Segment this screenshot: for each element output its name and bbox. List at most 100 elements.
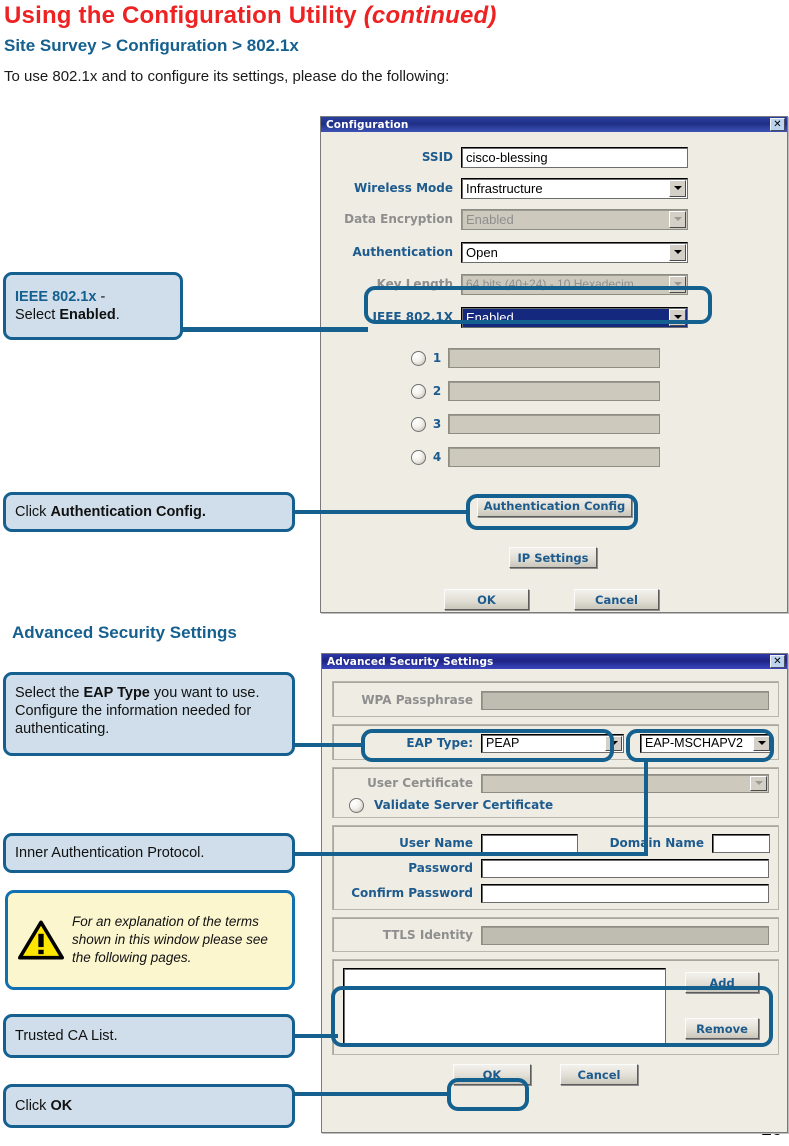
callout-ok-pre: Click [15, 1097, 51, 1114]
key-length-select: 64 bits (40+24) - 10 Hexadecim [461, 273, 688, 295]
cancel-button[interactable]: Cancel [560, 1064, 638, 1085]
wpa-passphrase-input [481, 690, 769, 710]
validate-server-certificate-radio[interactable] [349, 797, 364, 813]
callout-auth-bold: Authentication Config. [50, 503, 206, 520]
close-icon[interactable]: ✕ [770, 118, 785, 131]
connector-line-inner-auth [290, 852, 648, 856]
close-icon[interactable]: ✕ [770, 655, 785, 668]
trusted-ca-list[interactable] [343, 968, 666, 1047]
password-row: Password [333, 858, 769, 878]
wep-key-radio[interactable] [411, 416, 426, 432]
cancel-button[interactable]: Cancel [574, 589, 659, 610]
wep-key-row: 1 [411, 347, 660, 369]
wep-key-row: 3 [411, 413, 660, 435]
eap-type-select[interactable]: PEAP [481, 733, 624, 753]
callout-inner-auth: Inner Authentication Protocol. [3, 833, 295, 873]
wep-key-row: 4 [411, 446, 660, 468]
page-title-continued: (continued) [363, 2, 497, 29]
chevron-down-icon [669, 210, 686, 228]
authentication-select[interactable]: Open [461, 241, 688, 263]
ieee-8021x-select[interactable]: Enabled [461, 306, 688, 328]
wireless-mode-label: Wireless Mode [353, 181, 453, 195]
wep-key-input[interactable] [448, 447, 660, 467]
callout-trusted-ca-text: Trusted CA List. [15, 1027, 118, 1044]
authentication-value: Open [466, 244, 498, 260]
connector-line-auth-config [290, 510, 470, 514]
user-name-input[interactable] [481, 833, 578, 853]
ieee-8021x-row: IEEE 802.1X Enabled [329, 306, 688, 328]
chevron-down-icon[interactable] [669, 243, 686, 261]
advanced-body: WPA Passphrase EAP Type: PEAP EAP-MSCHAP… [322, 669, 787, 1132]
wep-key-number: 1 [432, 351, 442, 365]
confirm-password-input[interactable] [481, 883, 769, 903]
warning-triangle-icon [18, 920, 64, 960]
connector-line-trusted-ca [290, 1034, 338, 1038]
key-length-value: 64 bits (40+24) - 10 Hexadecim [466, 277, 634, 291]
callout-click-ok: Click OK [3, 1084, 295, 1128]
key-length-row: Key Length 64 bits (40+24) - 10 Hexadeci… [329, 273, 688, 295]
data-encryption-row: Data Encryption Enabled [329, 208, 688, 230]
ssid-row: SSID cisco-blessing [329, 146, 688, 168]
authentication-label: Authentication [352, 245, 454, 259]
callout-ieee-strong: IEEE 802.1x [15, 288, 97, 305]
chevron-down-icon[interactable] [605, 735, 622, 751]
confirm-password-row: Confirm Password [333, 883, 769, 903]
password-input[interactable] [481, 858, 769, 878]
ttls-identity-input [481, 925, 769, 945]
validate-server-certificate-row[interactable]: Validate Server Certificate [349, 795, 553, 815]
trusted-ca-group: Add Remove [332, 959, 779, 1055]
credentials-group: User Name Domain Name Password Confirm P… [332, 825, 779, 910]
data-encryption-select: Enabled [461, 208, 688, 230]
wep-key-radio[interactable] [411, 350, 426, 366]
ok-button[interactable]: OK [453, 1064, 531, 1085]
domain-name-input[interactable] [712, 833, 770, 853]
ttls-identity-group: TTLS Identity [332, 917, 779, 952]
wep-key-radio[interactable] [411, 383, 426, 399]
advanced-titlebar: Advanced Security Settings ✕ [322, 654, 787, 669]
chevron-down-icon [669, 275, 686, 293]
callout-eap-bold: EAP Type [83, 685, 150, 701]
wep-key-number: 3 [432, 417, 442, 431]
section-title: Advanced Security Settings [12, 623, 237, 642]
wep-key-input[interactable] [448, 381, 660, 401]
data-encryption-label: Data Encryption [344, 212, 453, 226]
breadcrumb: Site Survey > Configuration > 802.1x [4, 36, 299, 55]
user-certificate-select [481, 773, 769, 793]
wpa-passphrase-row: WPA Passphrase [333, 690, 769, 710]
configuration-titlebar: Configuration ✕ [321, 117, 787, 132]
authentication-config-button[interactable]: Authentication Config [477, 495, 632, 517]
ttls-identity-row: TTLS Identity [333, 925, 769, 945]
ssid-label: SSID [421, 150, 453, 164]
eap-type-value: PEAP [486, 736, 520, 750]
callout-inner-auth-text: Inner Authentication Protocol. [15, 844, 205, 861]
chevron-down-icon[interactable] [669, 308, 686, 326]
connector-line-inner-auth-vertical [644, 760, 648, 856]
callout-auth-config: Click Authentication Config. [3, 492, 295, 532]
wep-key-input[interactable] [448, 414, 660, 434]
eap-type-group: EAP Type: PEAP EAP-MSCHAPV2 [332, 724, 779, 760]
wep-key-number: 2 [432, 384, 442, 398]
wep-key-radio[interactable] [411, 449, 426, 465]
callout-ieee-bold: Enabled [59, 307, 116, 323]
ok-button[interactable]: OK [444, 589, 529, 610]
password-label: Password [408, 861, 473, 875]
ip-settings-button[interactable]: IP Settings [509, 547, 597, 568]
wep-key-input[interactable] [448, 348, 660, 368]
callout-ok-bold: OK [50, 1097, 73, 1114]
remove-button[interactable]: Remove [685, 1018, 759, 1039]
advanced-title-text: Advanced Security Settings [327, 655, 494, 668]
configuration-title-text: Configuration [326, 118, 409, 131]
eap-type-row: EAP Type: PEAP EAP-MSCHAPV2 [333, 733, 772, 753]
ieee-8021x-label: IEEE 802.1X [372, 310, 453, 324]
chevron-down-icon[interactable] [669, 179, 686, 197]
chevron-down-icon [750, 775, 767, 791]
wep-key-number: 4 [432, 450, 442, 464]
callout-eap-type: Select the EAP Type you want to use. Con… [3, 672, 295, 756]
add-button[interactable]: Add [685, 972, 759, 993]
ssid-input[interactable]: cisco-blessing [461, 146, 688, 168]
chevron-down-icon[interactable] [753, 735, 770, 751]
wireless-mode-select[interactable]: Infrastructure [461, 177, 688, 199]
callout-ieee-8021x: IEEE 802.1x - Select Enabled. [3, 272, 183, 340]
wpa-passphrase-group: WPA Passphrase [332, 681, 779, 717]
inner-auth-select[interactable]: EAP-MSCHAPV2 [640, 733, 772, 753]
